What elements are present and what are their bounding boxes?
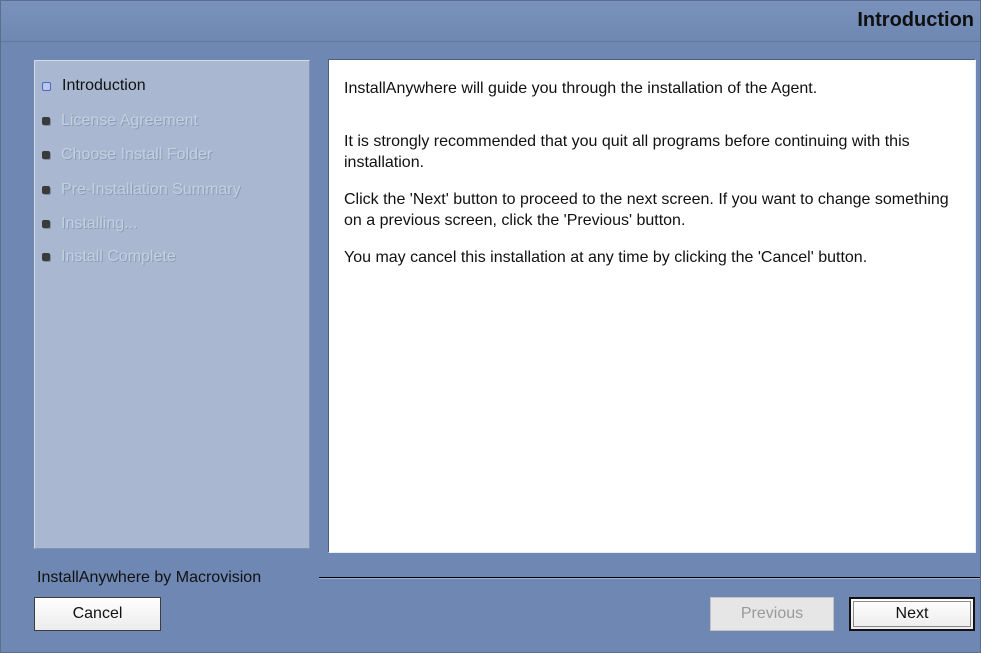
step-label: Choose Install Folder [61, 146, 213, 163]
step-bullet-icon [42, 253, 50, 261]
next-button[interactable]: Next [849, 597, 975, 631]
next-button-label: Next [895, 605, 929, 622]
intro-paragraph: InstallAnywhere will guide you through t… [344, 80, 818, 97]
current-step-bullet-icon [42, 81, 51, 91]
step-bullet-icon [42, 117, 50, 125]
page-title: Introduction [857, 9, 974, 31]
step-label: Pre-Installation Summary [61, 181, 241, 198]
step-bullet-icon [42, 186, 50, 194]
quit-programs-paragraph: It is strongly recommended that you quit… [344, 133, 910, 171]
step-install-complete: Install Complete [35, 245, 176, 269]
cancel-button[interactable]: Cancel [34, 597, 161, 631]
step-choose-install-folder: Choose Install Folder [35, 143, 212, 167]
steps-panel: Introduction License Agreement Choose In… [34, 60, 310, 549]
footer-divider [319, 577, 980, 579]
step-license-agreement: License Agreement [35, 109, 198, 133]
step-label: License Agreement [61, 112, 198, 129]
navigation-paragraph: Click the 'Next' button to proceed to th… [344, 191, 949, 229]
step-installing: Installing... [35, 212, 137, 236]
installer-window: Introduction Introduction License Agreem… [0, 0, 981, 653]
step-label: Install Complete [61, 248, 176, 265]
cancel-paragraph: You may cancel this installation at any … [344, 249, 868, 266]
previous-button[interactable]: Previous [710, 597, 834, 631]
header-bar: Introduction [1, 1, 980, 42]
content-panel: InstallAnywhere will guide you through t… [328, 59, 976, 553]
intro-text: InstallAnywhere will guide you through t… [344, 78, 964, 268]
step-label: Installing... [61, 215, 138, 232]
step-pre-installation-summary: Pre-Installation Summary [35, 178, 241, 202]
step-label: Introduction [62, 77, 146, 94]
vendor-brand-label: InstallAnywhere by Macrovision [37, 569, 262, 586]
step-introduction: Introduction [35, 74, 146, 98]
step-bullet-icon [42, 151, 50, 159]
step-bullet-icon [42, 220, 50, 228]
